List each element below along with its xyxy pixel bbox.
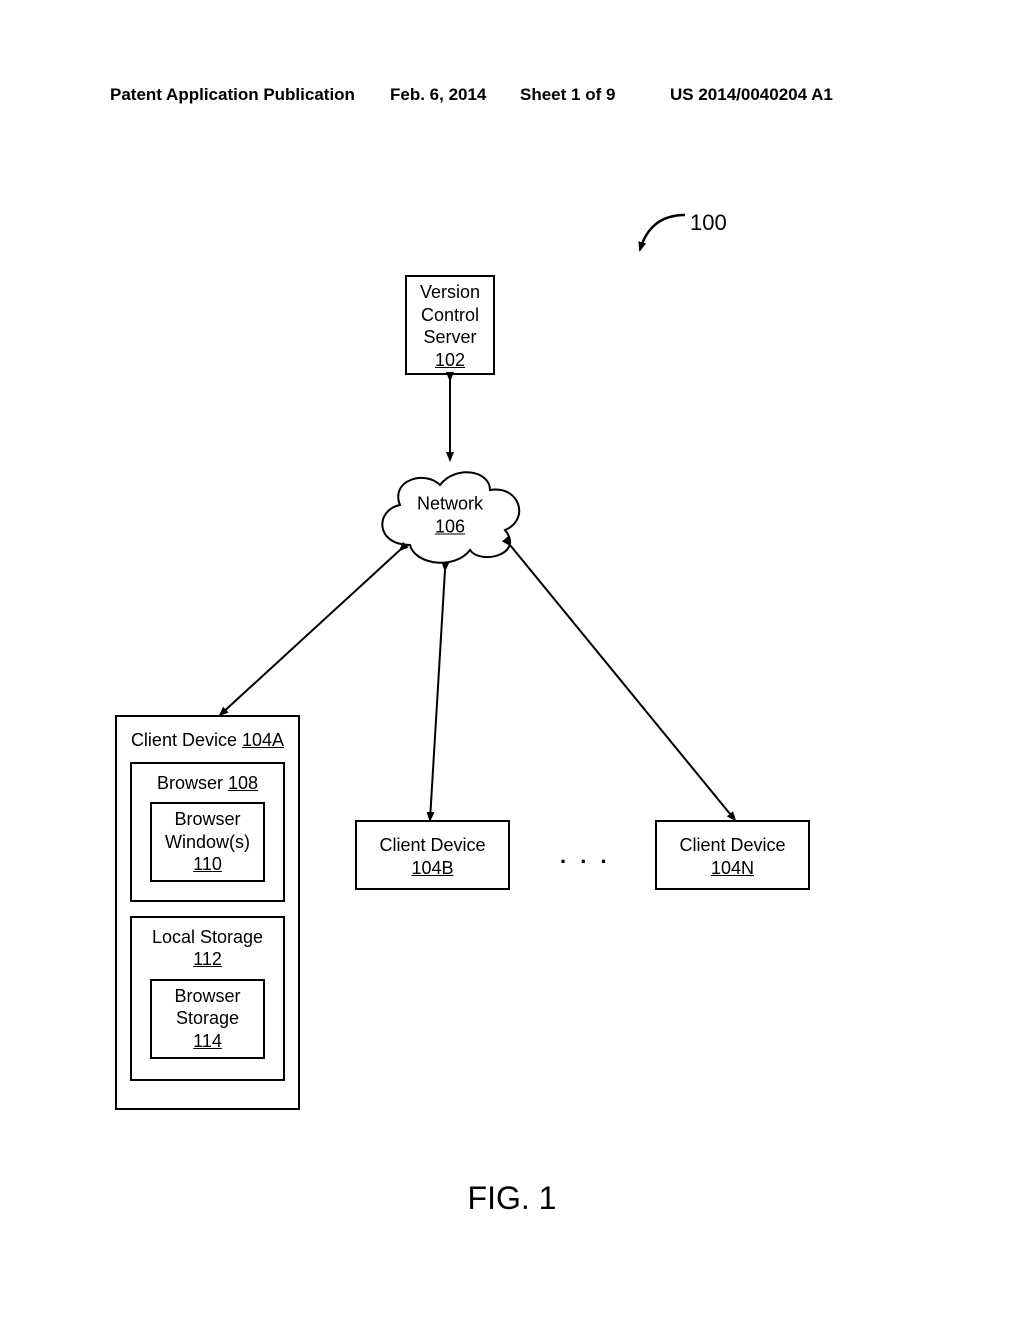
client-device-b-box: Client Device 104B — [355, 820, 510, 890]
network-cloud: Network 106 — [370, 460, 530, 570]
browser-window-ref: 110 — [158, 853, 257, 876]
publication-label: Patent Application Publication — [110, 85, 355, 105]
figure-reference-label: 100 — [690, 210, 727, 236]
local-storage-ref: 112 — [138, 948, 277, 971]
vcs-label: Version Control Server — [413, 281, 487, 349]
publication-number: US 2014/0040204 A1 — [670, 85, 833, 105]
client-n-label: Client Device — [663, 834, 802, 857]
vcs-ref: 102 — [413, 349, 487, 372]
client-n-ref: 104N — [663, 857, 802, 880]
client-b-label: Client Device — [363, 834, 502, 857]
publication-date: Feb. 6, 2014 — [390, 85, 486, 105]
browser-window-box: Browser Window(s) 110 — [150, 802, 265, 882]
browser-window-label: Browser Window(s) — [158, 808, 257, 853]
sheet-number: Sheet 1 of 9 — [520, 85, 615, 105]
figure-caption: FIG. 1 — [468, 1180, 557, 1217]
browser-storage-label: Browser Storage — [158, 985, 257, 1030]
version-control-server-box: Version Control Server 102 — [405, 275, 495, 375]
local-storage-title: Local Storage — [138, 926, 277, 949]
browser-storage-ref: 114 — [158, 1030, 257, 1053]
ellipsis: . . . — [560, 843, 611, 869]
client-b-ref: 104B — [363, 857, 502, 880]
figure-1-diagram: 100 Version Control Server 102 Network — [0, 180, 1024, 1260]
network-label: Network 106 — [417, 493, 483, 538]
client-device-a-box: Client Device 104A Browser 108 Browser W… — [115, 715, 300, 1110]
client-device-n-box: Client Device 104N — [655, 820, 810, 890]
local-storage-box: Local Storage 112 Browser Storage 114 — [130, 916, 285, 1081]
browser-box: Browser 108 Browser Window(s) 110 — [130, 762, 285, 902]
browser-title: Browser 108 — [138, 772, 277, 795]
client-a-title: Client Device 104A — [123, 729, 292, 752]
browser-storage-box: Browser Storage 114 — [150, 979, 265, 1059]
page: Patent Application Publication Feb. 6, 2… — [0, 0, 1024, 1320]
